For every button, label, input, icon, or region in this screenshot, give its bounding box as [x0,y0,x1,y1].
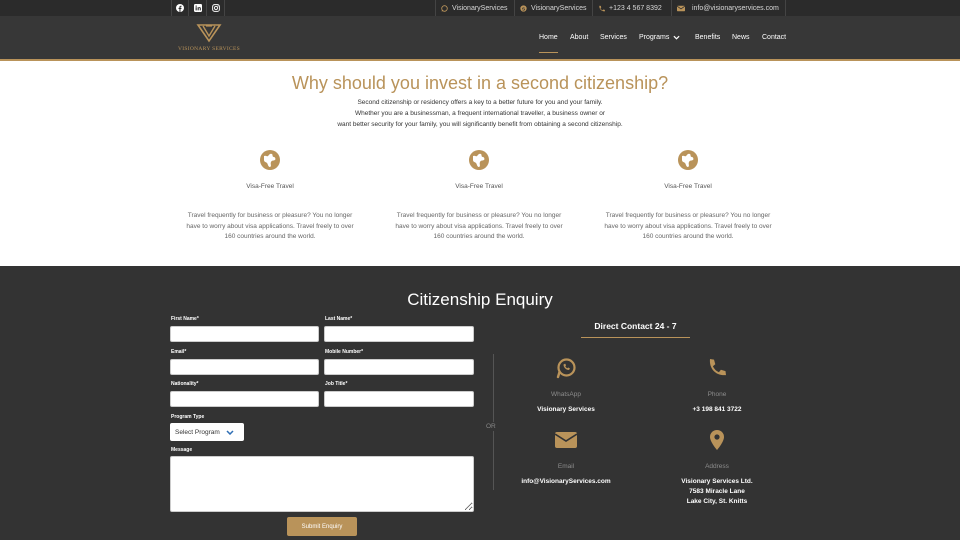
topbar-whatsapp-text: VisionaryServices [452,4,508,12]
program-select-value: Select Program [175,428,220,436]
whatsapp-label: WhatsApp [551,391,581,398]
feature-title: Visa-Free Travel [246,183,294,190]
why-intro-line: want better security for your family, yo… [337,121,623,128]
whatsapp-icon [441,4,448,12]
email-label: Email* [171,349,187,355]
job-title-label: Job Title* [325,381,348,387]
nav-programs[interactable]: Programs [639,34,680,41]
feature-description: Travel frequently for business or pleasu… [186,212,354,240]
logo-text: VISIONARY SERVICES [177,46,241,52]
topbar-email[interactable]: info@visionaryservices.com [671,0,786,16]
why-section: Why should you invest in a second citize… [0,61,960,266]
direct-contact-title: Direct Contact 24 - 7 [581,321,690,338]
nav-benefits[interactable]: Benefits [695,34,720,41]
feature-title: Visa-Free Travel [455,183,503,190]
feature-card: Visa-Free Travel Travel frequently for b… [391,149,567,243]
address-label: Address [705,463,729,470]
email-label: Email [557,463,575,470]
whatsapp-icon [556,358,576,379]
contact-email[interactable]: Email info@VisionaryServices.com [501,429,631,487]
contact-whatsapp[interactable]: WhatsApp Visionary Services [501,357,631,415]
address-line: Visionary Services Ltd. [681,478,753,485]
logo[interactable]: VISIONARY SERVICES [171,22,247,56]
message-label: Message [171,447,193,453]
program-select[interactable]: Select Program [170,423,244,441]
job-title-field[interactable] [324,391,474,407]
submit-enquiry-button[interactable]: Submit Enquiry [287,517,357,536]
why-title: Why should you invest in a second citize… [291,73,669,93]
topbar-email-text: info@visionaryservices.com [692,4,779,12]
email-field[interactable] [170,359,319,375]
topbar-phone[interactable]: +123 4 567 8392 [592,0,667,16]
phone-label: Phone [707,391,727,398]
phone-icon [709,359,726,376]
skype-icon: S [520,4,527,12]
nav-services[interactable]: Services [600,34,627,41]
globe-icon [678,150,698,170]
nationality-field[interactable] [170,391,319,407]
phone-icon [599,5,605,11]
last-name-field[interactable] [324,326,474,342]
contact-phone[interactable]: Phone +3 198 841 3722 [652,357,782,415]
linkedin-icon[interactable] [189,0,207,16]
mobile-field[interactable] [324,359,474,375]
site-header: VISIONARY SERVICES Home About Services P… [0,16,960,61]
phone-value: +3 198 841 3722 [692,406,742,413]
address-line: Lake City, St. Knitts [686,498,748,505]
top-bar: VisionaryServices S VisionaryServices +1… [0,0,960,16]
first-name-label: First Name* [171,316,199,322]
globe-icon [260,150,280,170]
map-pin-icon [710,430,724,450]
feature-card: Visa-Free Travel Travel frequently for b… [600,149,776,243]
address-value: Visionary Services Ltd. 7583 Miracle Lan… [652,477,782,507]
feature-card: Visa-Free Travel Travel frequently for b… [182,149,358,243]
chevron-down-icon [673,35,680,40]
nav-programs-label: Programs [639,34,670,41]
topbar-whatsapp[interactable]: VisionaryServices [435,0,513,16]
logo-mark-icon [196,24,222,43]
or-separator: OR [486,422,496,431]
first-name-field[interactable] [170,326,319,342]
message-field[interactable] [170,456,474,512]
nav-contact[interactable]: Contact [762,34,786,41]
why-intro-line: Whether you are a businessman, a frequen… [354,110,606,117]
feature-description: Travel frequently for business or pleasu… [604,212,772,240]
address-line: 7583 Miracle Lane [689,488,745,495]
enquiry-title: Citizenship Enquiry [407,290,553,309]
mobile-label: Mobile Number* [325,349,364,355]
instagram-icon[interactable] [207,0,225,16]
topbar-skype[interactable]: S VisionaryServices [514,0,592,16]
facebook-icon[interactable] [171,0,189,16]
last-name-label: Last Name* [325,316,353,322]
envelope-icon [554,432,578,448]
topbar-phone-text: +123 4 567 8392 [609,4,662,12]
nav-about[interactable]: About [570,34,588,41]
nationality-label: Nationality* [171,381,199,387]
feature-description: Travel frequently for business or pleasu… [395,212,563,240]
topbar-skype-text: VisionaryServices [531,4,587,12]
contact-address: Address Visionary Services Ltd. 7583 Mir… [652,429,782,507]
program-type-label: Program Type [171,414,205,420]
why-intro: Second citizenship or residency offers a… [280,97,680,130]
chevron-down-icon [226,429,234,435]
email-value: info@VisionaryServices.com [521,478,611,485]
enquiry-section: Citizenship Enquiry First Name* Last Nam… [0,266,960,540]
feature-title: Visa-Free Travel [664,183,712,190]
nav-home[interactable]: Home [539,34,558,53]
globe-icon [469,150,489,170]
whatsapp-value: Visionary Services [537,406,595,413]
envelope-icon [677,5,685,11]
why-intro-line: Second citizenship or residency offers a… [357,99,603,106]
nav-news[interactable]: News [732,34,750,41]
